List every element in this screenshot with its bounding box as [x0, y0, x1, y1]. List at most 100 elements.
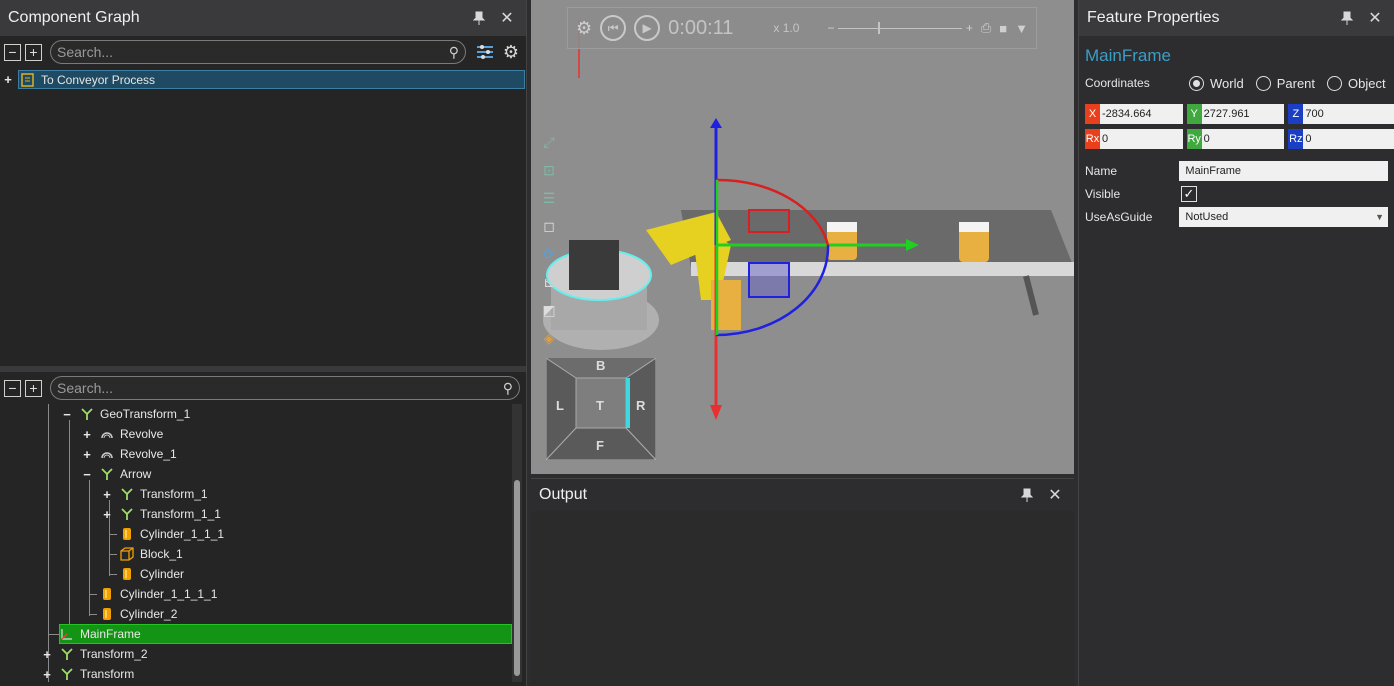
close-icon[interactable]: ✕ [1364, 7, 1386, 29]
tree-node-block-1[interactable]: Block_1 [120, 544, 183, 564]
cube-face-right[interactable]: R [636, 398, 645, 413]
collapse-all-button[interactable]: − [4, 379, 21, 397]
settings-gear-icon[interactable]: ⚙ [500, 41, 522, 63]
feature-properties-panel: Feature Properties ✕ MainFrame Coordinat… [1078, 0, 1394, 686]
cube-face-top[interactable]: B [596, 358, 605, 373]
collapse-toggle[interactable]: − [82, 467, 92, 482]
tree-node-arrow[interactable]: − Arrow [82, 464, 151, 484]
tree-node-revolve[interactable]: + Revolve [82, 424, 163, 444]
search-icon[interactable]: ⚲ [449, 44, 459, 61]
rotate-view-icon[interactable]: ⟳ [539, 244, 559, 264]
output-header: Output ✕ [531, 479, 1074, 511]
radio-parent[interactable] [1255, 75, 1271, 91]
tree-scrollbar[interactable] [512, 404, 522, 682]
expand-all-button[interactable]: + [25, 43, 42, 61]
transform-icon [120, 507, 134, 521]
expand-toggle[interactable]: + [42, 647, 52, 662]
tree-node-transform-2[interactable]: + Transform_2 [42, 644, 147, 664]
visible-checkbox[interactable]: ✓ [1181, 185, 1197, 202]
y-field[interactable]: Y 2727.961 [1186, 104, 1285, 124]
playback-bar: ⚙ ⏮ ▶ 0:00:11 x 1.0 − + ⎙ ■ ▼ [567, 7, 1037, 49]
z-field[interactable]: Z 700 [1288, 104, 1394, 124]
ry-value[interactable]: 0 [1202, 129, 1285, 149]
video-record-icon[interactable]: ■ [999, 21, 1007, 36]
radio-object[interactable] [1327, 75, 1343, 91]
tree-row-root[interactable]: + To Conveyor Process [0, 70, 526, 89]
name-field[interactable]: MainFrame [1179, 160, 1388, 181]
expand-toggle[interactable]: + [42, 667, 52, 682]
box-view-icon[interactable]: ◻ [539, 216, 559, 236]
use-as-guide-select[interactable]: NotUsed ▼ [1179, 206, 1388, 227]
pin-icon[interactable] [1336, 7, 1358, 29]
tree-node-mainframe[interactable]: MainFrame [60, 624, 141, 644]
speed-slider[interactable]: − + [827, 21, 972, 35]
pin-icon[interactable] [1016, 484, 1038, 506]
panel-title: Component Graph [8, 9, 140, 26]
render-mode-icon[interactable]: ◩ [539, 300, 559, 320]
y-value[interactable]: 2727.961 [1202, 104, 1285, 124]
expand-toggle[interactable]: + [82, 427, 92, 442]
ry-label: Ry [1186, 129, 1202, 149]
pdf-export-icon[interactable]: ⎙ [981, 20, 991, 36]
collapse-toggle[interactable]: − [62, 407, 72, 422]
filter-icon[interactable] [474, 41, 496, 63]
tree-node-transform-1-1[interactable]: + Transform_1_1 [102, 504, 221, 524]
view-cube-icon[interactable]: ◈ [539, 328, 559, 348]
node-label: Revolve [120, 427, 164, 441]
pin-icon[interactable] [468, 7, 490, 29]
feature-name-heading: MainFrame [1085, 46, 1171, 65]
layout-icon[interactable]: ▼ [1015, 21, 1028, 36]
rz-field[interactable]: Rz 0 [1288, 129, 1394, 149]
expand-all-button[interactable]: + [25, 379, 42, 397]
speed-label: x 1.0 [773, 21, 800, 35]
search-icon[interactable]: ⚲ [503, 380, 513, 397]
tree-node-cylinder-2[interactable]: Cylinder_2 [100, 604, 177, 624]
graph-search-input[interactable] [57, 44, 449, 60]
settings-gear-icon[interactable]: ⚙ [576, 18, 592, 39]
expand-toggle[interactable]: + [102, 507, 112, 522]
tree-node-cylinder-1-1-1-1[interactable]: Cylinder_1_1_1_1 [100, 584, 217, 604]
cube-face-bottom[interactable]: F [596, 438, 604, 453]
expand-icon[interactable]: + [3, 72, 13, 87]
z-value[interactable]: 700 [1303, 104, 1394, 124]
3d-viewport[interactable]: ⚙ ⏮ ▶ 0:00:11 x 1.0 − + ⎙ ■ ▼ ⤢ ⊡ ☰ ◻ ⟳ ⊾… [531, 0, 1074, 474]
close-icon[interactable]: ✕ [496, 7, 518, 29]
panel-toggle-icon[interactable]: ☰ [539, 188, 559, 208]
expand-toggle[interactable]: + [82, 447, 92, 462]
x-field[interactable]: X -2834.664 [1085, 104, 1183, 124]
x-value[interactable]: -2834.664 [1100, 104, 1183, 124]
fit-all-icon[interactable]: ⤢ [539, 132, 559, 152]
viewport-side-tools: ⤢ ⊡ ☰ ◻ ⟳ ⊾ ◩ ◈ [539, 132, 561, 348]
play-icon[interactable]: ▶ [634, 15, 661, 41]
radio-world[interactable] [1189, 75, 1204, 91]
tree-node-transform[interactable]: + Transform [42, 664, 134, 682]
cube-face-center[interactable]: T [596, 398, 604, 413]
collapse-all-button[interactable]: − [4, 43, 21, 61]
rewind-icon[interactable]: ⏮ [600, 15, 627, 41]
transform-icon [60, 647, 74, 661]
use-as-guide-value: NotUsed [1185, 210, 1229, 223]
expand-toggle[interactable]: + [102, 487, 112, 502]
y-label: Y [1186, 104, 1202, 124]
tree-node-revolve-1[interactable]: + Revolve_1 [82, 444, 177, 464]
tree-node-cylinder-1-1-1[interactable]: Cylinder_1_1_1 [120, 524, 224, 544]
navigation-cube[interactable]: B L T R F [546, 358, 656, 460]
axis-view-icon[interactable]: ⊾ [539, 272, 559, 292]
rx-value[interactable]: 0 [1100, 129, 1183, 149]
tree-node-transform-1[interactable]: + Transform_1 [102, 484, 207, 504]
scrollbar-thumb[interactable] [514, 480, 520, 676]
component-graph-panel: Component Graph ✕ − + ⚲ ⚙ + To Conveyor … [0, 0, 527, 686]
tree-node-cylinder[interactable]: Cylinder [120, 564, 184, 584]
transform-icon [100, 467, 114, 481]
feature-search-input[interactable] [57, 380, 503, 396]
node-label: Revolve_1 [120, 447, 177, 461]
rx-field[interactable]: Rx 0 [1085, 129, 1183, 149]
radio-world-label: World [1210, 75, 1244, 91]
close-icon[interactable]: ✕ [1044, 484, 1066, 506]
ry-field[interactable]: Ry 0 [1186, 129, 1285, 149]
fit-selection-icon[interactable]: ⊡ [539, 160, 559, 180]
rz-value[interactable]: 0 [1303, 129, 1394, 149]
transform-icon [80, 407, 94, 421]
cube-face-left[interactable]: L [556, 398, 564, 413]
tree-node-geotransform-1[interactable]: − GeoTransform_1 [62, 404, 190, 424]
